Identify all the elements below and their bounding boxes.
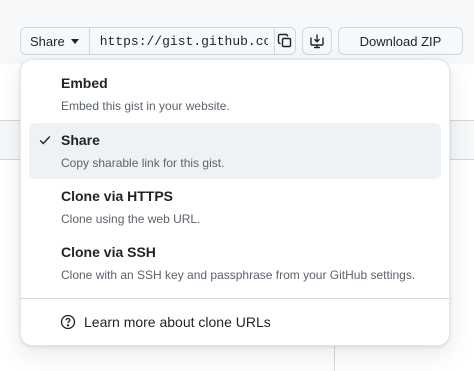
share-select-label: Share bbox=[30, 33, 65, 49]
menu-item-title: Embed bbox=[61, 75, 108, 91]
learn-more-label: Learn more about clone URLs bbox=[84, 314, 271, 330]
menu-item-embed[interactable]: Embed Embed this gist in your website. bbox=[29, 66, 441, 122]
menu-item-clone-https[interactable]: Clone via HTTPS Clone using the web URL. bbox=[29, 179, 441, 235]
caret-down-icon bbox=[70, 38, 79, 44]
clone-options-menu: Embed Embed this gist in your website. S… bbox=[20, 59, 450, 346]
menu-item-clone-ssh[interactable]: Clone via SSH Clone with an SSH key and … bbox=[29, 235, 441, 291]
download-zip-button[interactable]: Download ZIP bbox=[338, 27, 463, 55]
share-mode-select[interactable]: Share bbox=[21, 28, 90, 54]
open-desktop-button[interactable] bbox=[302, 27, 332, 55]
desktop-download-icon bbox=[310, 34, 324, 49]
menu-item-description: Copy sharable link for this gist. bbox=[61, 156, 225, 170]
check-icon bbox=[39, 136, 51, 145]
menu-item-title: Clone via SSH bbox=[61, 244, 156, 260]
question-circle-icon bbox=[60, 314, 76, 330]
menu-divider bbox=[21, 298, 449, 299]
menu-item-description: Embed this gist in your website. bbox=[61, 99, 230, 113]
learn-more-link[interactable]: Learn more about clone URLs bbox=[29, 306, 441, 338]
menu-item-title: Clone via HTTPS bbox=[61, 188, 174, 204]
menu-item-description: Clone with an SSH key and passphrase fro… bbox=[61, 268, 416, 282]
copy-url-button[interactable] bbox=[273, 28, 295, 54]
clone-url-input[interactable] bbox=[89, 28, 274, 54]
menu-item-share[interactable]: Share Copy sharable link for this gist. bbox=[29, 123, 441, 179]
menu-item-title: Share bbox=[61, 132, 100, 148]
copy-icon bbox=[277, 33, 292, 48]
clone-url-group: Share bbox=[20, 27, 296, 55]
menu-item-description: Clone using the web URL. bbox=[61, 212, 201, 226]
